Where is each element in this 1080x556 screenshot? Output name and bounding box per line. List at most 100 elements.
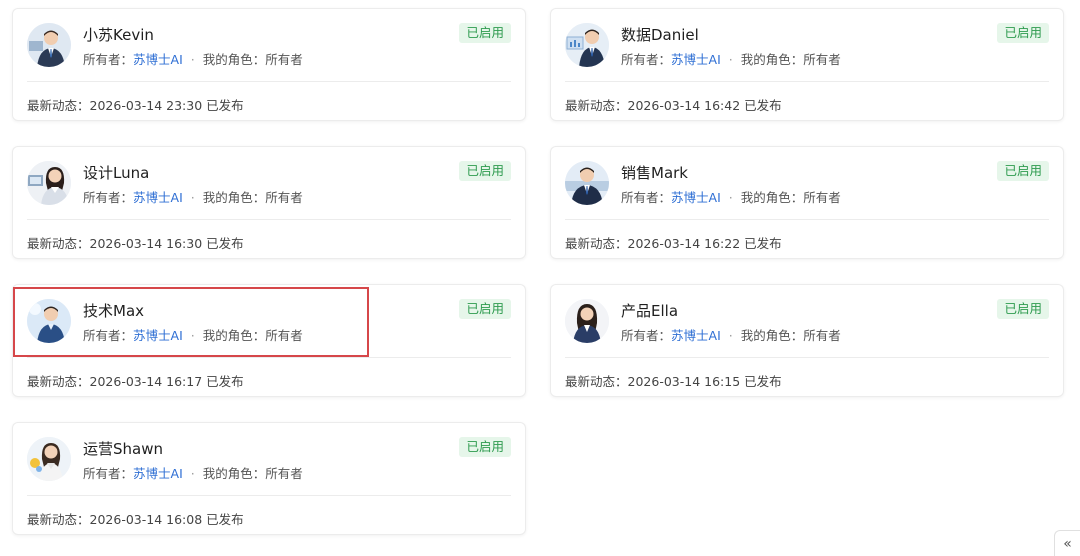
owner-link[interactable]: 苏博士AI (133, 466, 183, 481)
role-label: 我的角色： (202, 190, 266, 205)
agent-avatar (565, 161, 609, 205)
separator-dot: · (728, 190, 733, 205)
activity-value: 2026-03-14 16:17 已发布 (89, 374, 244, 389)
agent-card[interactable]: 技术Max 所有者：苏博士AI · 我的角色：所有者 已启用 最新动态：2026-0… (12, 284, 526, 397)
activity-label: 最新动态： (27, 98, 90, 113)
separator-dot: · (728, 328, 733, 343)
agent-card[interactable]: 销售Mark 所有者：苏博士AI · 我的角色：所有者 已启用 最新动态：2026-… (550, 146, 1064, 259)
activity-value: 2026-03-14 16:22 已发布 (627, 236, 782, 251)
latest-activity: 最新动态：2026-03-14 16:17 已发布 (27, 371, 244, 390)
role-value: 所有者 (265, 466, 303, 481)
agent-avatar (27, 437, 71, 481)
owner-label: 所有者： (83, 190, 134, 205)
agent-avatar (565, 299, 609, 343)
latest-activity: 最新动态：2026-03-14 16:42 已发布 (565, 95, 782, 114)
status-badge: 已启用 (997, 299, 1049, 319)
divider (565, 357, 1049, 358)
agent-card[interactable]: 产品Ella 所有者：苏博士AI · 我的角色：所有者 已启用 最新动态：2026-… (550, 284, 1064, 397)
agent-avatar (27, 23, 71, 67)
divider (565, 81, 1049, 82)
agent-name: 数据Daniel (621, 26, 699, 44)
status-badge: 已启用 (459, 299, 511, 319)
agent-meta: 所有者：苏博士AI · 我的角色：所有者 (621, 325, 841, 344)
agent-name: 产品Ella (621, 302, 679, 320)
separator-dot: · (190, 328, 195, 343)
divider (27, 357, 511, 358)
agent-meta: 所有者：苏博士AI · 我的角色：所有者 (83, 325, 303, 344)
agent-meta: 所有者：苏博士AI · 我的角色：所有者 (83, 187, 303, 206)
latest-activity: 最新动态：2026-03-14 16:22 已发布 (565, 233, 782, 252)
role-value: 所有者 (803, 52, 841, 67)
agent-avatar (565, 23, 609, 67)
agent-avatar (27, 161, 71, 205)
owner-link[interactable]: 苏博士AI (671, 52, 721, 67)
double-chevron-left-icon: « (1063, 535, 1072, 552)
owner-link[interactable]: 苏博士AI (133, 190, 183, 205)
status-badge: 已启用 (459, 161, 511, 181)
divider (27, 81, 511, 82)
activity-value: 2026-03-14 16:15 已发布 (627, 374, 782, 389)
agent-meta: 所有者：苏博士AI · 我的角色：所有者 (83, 49, 303, 68)
owner-label: 所有者： (83, 52, 134, 67)
role-label: 我的角色： (202, 52, 266, 67)
activity-label: 最新动态： (27, 374, 90, 389)
role-value: 所有者 (803, 328, 841, 343)
activity-label: 最新动态： (565, 374, 628, 389)
agent-name: 销售Mark (621, 164, 688, 182)
role-label: 我的角色： (202, 328, 266, 343)
activity-label: 最新动态： (27, 236, 90, 251)
owner-link[interactable]: 苏博士AI (671, 328, 721, 343)
owner-label: 所有者： (83, 328, 134, 343)
agent-meta: 所有者：苏博士AI · 我的角色：所有者 (621, 187, 841, 206)
activity-label: 最新动态： (565, 98, 628, 113)
latest-activity: 最新动态：2026-03-14 23:30 已发布 (27, 95, 244, 114)
status-badge: 已启用 (997, 23, 1049, 43)
owner-label: 所有者： (621, 190, 672, 205)
role-value: 所有者 (265, 328, 303, 343)
activity-label: 最新动态： (565, 236, 628, 251)
activity-value: 2026-03-14 16:08 已发布 (89, 512, 244, 527)
owner-link[interactable]: 苏博士AI (671, 190, 721, 205)
role-label: 我的角色： (740, 328, 804, 343)
agent-card[interactable]: 运营Shawn 所有者：苏博士AI · 我的角色：所有者 已启用 最新动态：2026… (12, 422, 526, 535)
latest-activity: 最新动态：2026-03-14 16:15 已发布 (565, 371, 782, 390)
role-label: 我的角色： (202, 466, 266, 481)
role-value: 所有者 (265, 190, 303, 205)
role-label: 我的角色： (740, 52, 804, 67)
activity-label: 最新动态： (27, 512, 90, 527)
agent-card[interactable]: 设计Luna 所有者：苏博士AI · 我的角色：所有者 已启用 最新动态：2026-… (12, 146, 526, 259)
separator-dot: · (190, 466, 195, 481)
latest-activity: 最新动态：2026-03-14 16:08 已发布 (27, 509, 244, 528)
status-badge: 已启用 (997, 161, 1049, 181)
agent-avatar (27, 299, 71, 343)
divider (27, 219, 511, 220)
status-badge: 已启用 (459, 23, 511, 43)
agent-card[interactable]: 小苏Kevin 所有者：苏博士AI · 我的角色：所有者 已启用 最新动态：2026… (12, 8, 526, 121)
agent-card-grid: 小苏Kevin 所有者：苏博士AI · 我的角色：所有者 已启用 最新动态：2026… (0, 0, 1080, 556)
agent-card[interactable]: 数据Daniel 所有者：苏博士AI · 我的角色：所有者 已启用 最新动态：202… (550, 8, 1064, 121)
agent-name: 技术Max (83, 302, 145, 320)
separator-dot: · (190, 190, 195, 205)
role-value: 所有者 (265, 52, 303, 67)
agent-meta: 所有者：苏博士AI · 我的角色：所有者 (621, 49, 841, 68)
agent-name: 运营Shawn (83, 440, 163, 458)
role-label: 我的角色： (740, 190, 804, 205)
activity-value: 2026-03-14 23:30 已发布 (89, 98, 244, 113)
latest-activity: 最新动态：2026-03-14 16:30 已发布 (27, 233, 244, 252)
divider (565, 219, 1049, 220)
agent-meta: 所有者：苏博士AI · 我的角色：所有者 (83, 463, 303, 482)
collapse-button[interactable]: « (1054, 530, 1080, 556)
activity-value: 2026-03-14 16:30 已发布 (89, 236, 244, 251)
owner-link[interactable]: 苏博士AI (133, 52, 183, 67)
owner-label: 所有者： (621, 52, 672, 67)
separator-dot: · (728, 52, 733, 67)
owner-label: 所有者： (621, 328, 672, 343)
status-badge: 已启用 (459, 437, 511, 457)
owner-link[interactable]: 苏博士AI (133, 328, 183, 343)
separator-dot: · (190, 52, 195, 67)
divider (27, 495, 511, 496)
role-value: 所有者 (803, 190, 841, 205)
agent-name: 设计Luna (83, 164, 150, 182)
agent-name: 小苏Kevin (83, 26, 154, 44)
owner-label: 所有者： (83, 466, 134, 481)
